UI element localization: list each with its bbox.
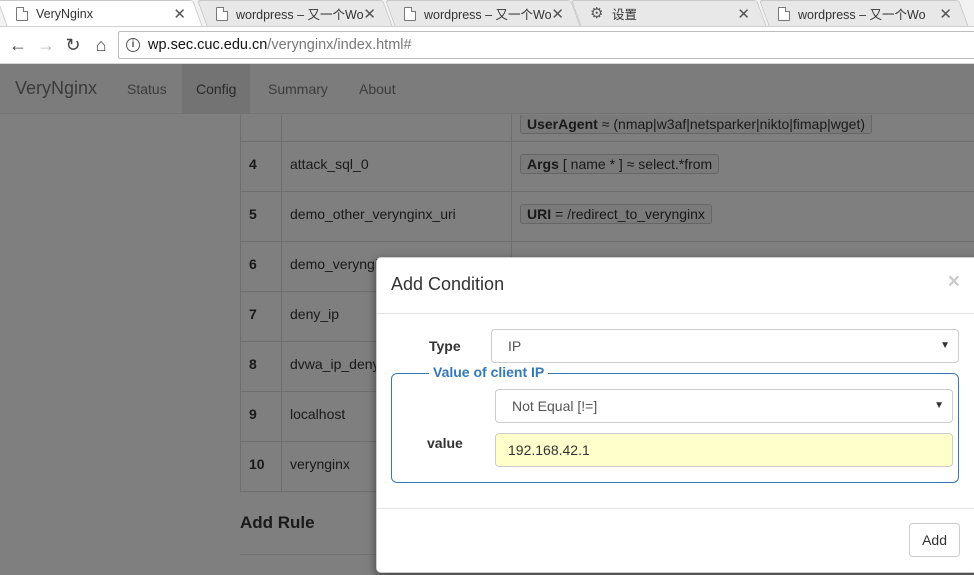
- modal-header: Add Condition ×: [377, 258, 974, 314]
- forward-arrow-icon[interactable]: →: [36, 35, 56, 55]
- browser-tab[interactable]: VeryNginx ✕: [0, 0, 203, 26]
- close-icon[interactable]: ✕: [939, 5, 952, 23]
- close-icon[interactable]: ×: [948, 270, 960, 294]
- type-select-value: IP: [508, 338, 522, 354]
- ip-value-text: 192.168.42.1: [508, 442, 590, 458]
- tab-title: wordpress – 又一个Wo: [798, 8, 926, 22]
- url-path: /verynginx/index.html#: [267, 37, 412, 53]
- chevron-down-icon: ▼: [940, 340, 950, 351]
- page-icon: [16, 6, 28, 21]
- value-label: value: [427, 435, 463, 451]
- operator-select[interactable]: Not Equal [!=] ▼: [495, 389, 953, 423]
- close-icon[interactable]: ✕: [551, 5, 564, 23]
- info-icon[interactable]: i: [126, 38, 140, 52]
- close-icon[interactable]: ✕: [173, 5, 186, 23]
- address-bar: ← → ↻ ⌂ i wp.sec.cuc.edu.cn/verynginx/in…: [0, 27, 974, 64]
- page-icon: [778, 6, 790, 21]
- chevron-down-icon: ▼: [934, 400, 944, 411]
- url-host: wp.sec.cuc.edu.cn: [148, 37, 268, 53]
- close-icon[interactable]: ✕: [363, 5, 376, 23]
- home-icon[interactable]: ⌂: [91, 35, 111, 55]
- tab-title: VeryNginx: [36, 6, 93, 21]
- gear-icon: ⚙: [590, 4, 604, 22]
- type-select[interactable]: IP ▼: [491, 329, 959, 363]
- reload-icon[interactable]: ↻: [63, 35, 83, 55]
- operator-select-value: Not Equal [!=]: [512, 398, 598, 414]
- modal-footer: Add: [377, 508, 974, 574]
- url-text: wp.sec.cuc.edu.cn/verynginx/index.html#: [148, 37, 412, 53]
- add-button[interactable]: Add: [909, 523, 960, 557]
- ip-value-input[interactable]: 192.168.42.1: [495, 433, 953, 467]
- close-icon[interactable]: ✕: [737, 5, 750, 23]
- browser-tab[interactable]: wordpress – 又一个Wo ✕: [759, 0, 969, 26]
- tab-title: wordpress – 又一个Wo: [236, 8, 364, 22]
- add-condition-modal: Add Condition × Type IP ▼ Value of clien…: [376, 257, 974, 573]
- back-arrow-icon[interactable]: ←: [8, 35, 28, 55]
- browser-tab-strip: VeryNginx ✕ wordpress – 又一个Wo ✕ wordpres…: [0, 0, 974, 27]
- fieldset-legend: Value of client IP: [429, 364, 549, 380]
- browser-tab[interactable]: wordpress – 又一个Wo ✕: [197, 0, 393, 26]
- browser-tab[interactable]: ⚙ 设置 ✕: [571, 0, 767, 26]
- browser-tab[interactable]: wordpress – 又一个Wo ✕: [385, 0, 581, 26]
- page-icon: [404, 6, 416, 21]
- tab-title: wordpress – 又一个Wo: [424, 8, 552, 22]
- type-label: Type: [429, 338, 461, 354]
- modal-title: Add Condition: [391, 274, 505, 294]
- url-input[interactable]: i wp.sec.cuc.edu.cn/verynginx/index.html…: [118, 31, 974, 59]
- tab-title: 设置: [612, 8, 638, 22]
- page-icon: [216, 6, 228, 21]
